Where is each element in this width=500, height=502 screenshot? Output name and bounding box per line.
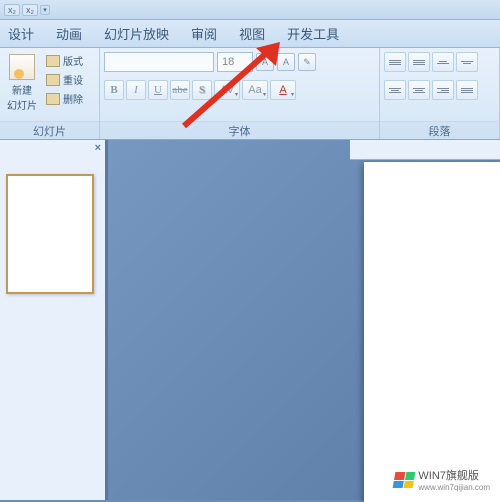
group-font: 18 A A ✎ B I U abe S AV▾ Aa▾ A▾ 字体 — [100, 48, 380, 139]
watermark: WIN7旗舰版 www.win7qijian.com — [390, 465, 494, 494]
layout-label: 版式 — [63, 53, 83, 68]
tab-animation[interactable]: 动画 — [56, 24, 82, 43]
delete-label: 删除 — [63, 91, 83, 106]
tab-view[interactable]: 视图 — [239, 24, 265, 43]
grow-font-button[interactable]: A — [256, 53, 274, 71]
subscript-button[interactable]: x₂ — [22, 4, 38, 16]
strikethrough-button[interactable]: abe — [170, 80, 190, 100]
reset-icon — [46, 74, 60, 86]
group-paragraph: 段落 — [380, 48, 500, 139]
group-slides: 新建 幻灯片 版式 重设 删除 幻灯片 — [0, 48, 100, 139]
clear-format-button[interactable]: ✎ — [298, 53, 316, 71]
close-pane-icon[interactable]: × — [95, 142, 101, 154]
av-label: AV — [220, 84, 234, 96]
title-bar: x₂ x₂ ▾ — [0, 0, 500, 20]
slide-canvas[interactable] — [364, 162, 500, 502]
watermark-brand: WIN7旗舰版 — [418, 467, 490, 483]
layout-icon — [46, 55, 60, 67]
windows-logo-icon — [393, 472, 416, 488]
font-family-combo[interactable] — [104, 52, 214, 72]
change-case-button[interactable]: Aa▾ — [242, 80, 268, 100]
layout-button[interactable]: 版式 — [44, 52, 85, 69]
align-center-button[interactable] — [408, 80, 430, 100]
bullets-button[interactable] — [384, 52, 406, 72]
reset-label: 重设 — [63, 72, 83, 87]
aa-label: Aa — [248, 84, 261, 96]
justify-button[interactable] — [456, 80, 478, 100]
slide-thumbnail-pane[interactable]: × — [0, 140, 108, 500]
delete-icon — [46, 93, 60, 105]
superscript-button[interactable]: x₂ — [4, 4, 20, 16]
font-size-combo[interactable]: 18 — [217, 52, 253, 72]
numbering-button[interactable] — [408, 52, 430, 72]
underline-button[interactable]: U — [148, 80, 168, 100]
workspace: × — [0, 140, 500, 500]
reset-button[interactable]: 重设 — [44, 71, 85, 88]
increase-indent-button[interactable] — [456, 52, 478, 72]
bold-button[interactable]: B — [104, 80, 124, 100]
new-slide-button[interactable]: 新建 幻灯片 — [4, 52, 40, 114]
fontcolor-label: A — [279, 84, 286, 96]
align-left-button[interactable] — [384, 80, 406, 100]
group-font-label: 字体 — [100, 121, 379, 139]
ribbon: 新建 幻灯片 版式 重设 删除 幻灯片 18 A A ✎ B I U — [0, 48, 500, 140]
text-shadow-button[interactable]: S — [192, 80, 212, 100]
decrease-indent-button[interactable] — [432, 52, 454, 72]
italic-button[interactable]: I — [126, 80, 146, 100]
shrink-font-button[interactable]: A — [277, 53, 295, 71]
qat-dropdown[interactable]: ▾ — [40, 5, 50, 15]
group-slides-label: 幻灯片 — [0, 121, 99, 139]
font-color-button[interactable]: A▾ — [270, 80, 296, 100]
new-slide-label1: 新建 — [12, 82, 32, 97]
new-slide-label2: 幻灯片 — [7, 97, 37, 112]
tab-review[interactable]: 审阅 — [191, 24, 217, 43]
new-slide-icon — [9, 54, 35, 80]
slide-thumbnail[interactable] — [6, 174, 94, 294]
tab-slideshow[interactable]: 幻灯片放映 — [104, 24, 169, 43]
tab-developer[interactable]: 开发工具 — [287, 24, 339, 43]
tab-design[interactable]: 设计 — [8, 24, 34, 43]
menu-bar: 设计 动画 幻灯片放映 审阅 视图 开发工具 — [0, 20, 500, 48]
group-para-label: 段落 — [380, 121, 499, 139]
delete-button[interactable]: 删除 — [44, 90, 85, 107]
align-right-button[interactable] — [432, 80, 454, 100]
watermark-url: www.win7qijian.com — [418, 483, 490, 492]
char-spacing-button[interactable]: AV▾ — [214, 80, 240, 100]
horizontal-ruler — [350, 140, 500, 160]
